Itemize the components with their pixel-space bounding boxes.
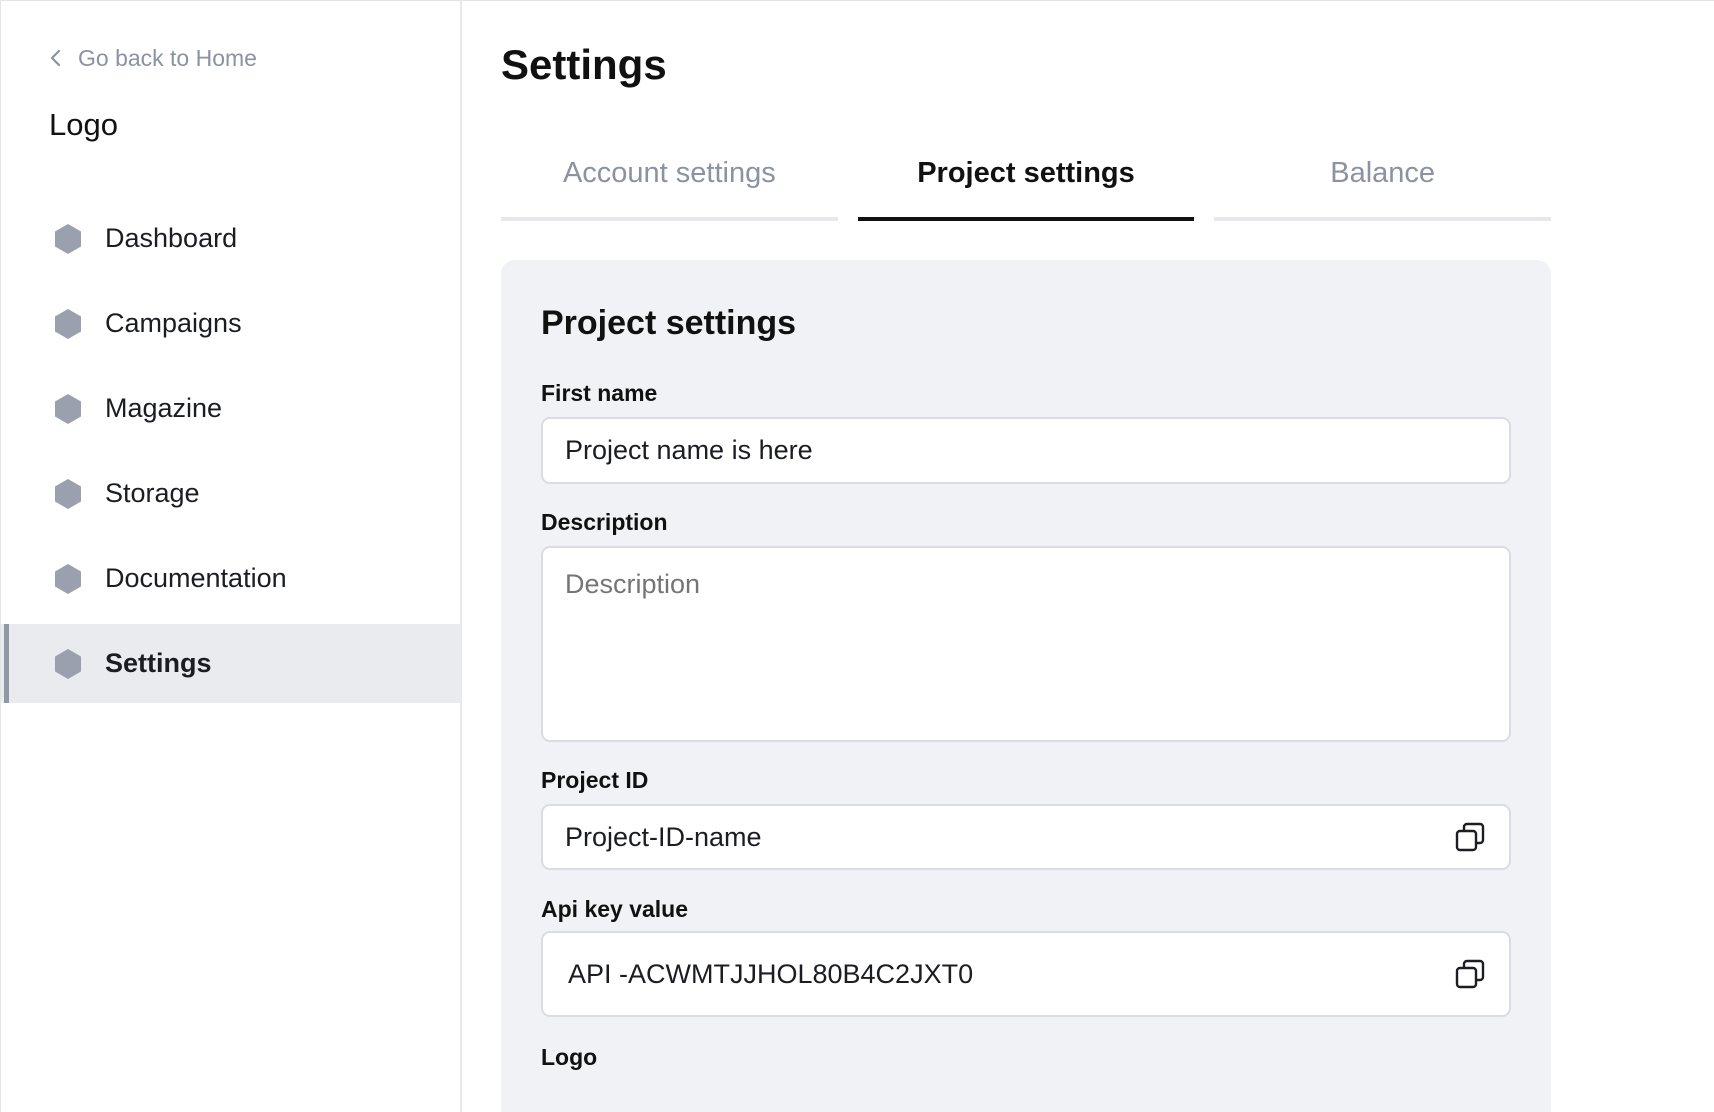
description-label: Description bbox=[541, 509, 668, 535]
hexagon-icon bbox=[55, 393, 81, 424]
back-to-home-label: Go back to Home bbox=[78, 44, 257, 71]
page-title: Settings bbox=[501, 41, 667, 88]
settings-tabs: Account settings Project settings Balanc… bbox=[501, 141, 1552, 221]
hexagon-icon bbox=[55, 648, 81, 679]
tab-balance[interactable]: Balance bbox=[1214, 141, 1552, 221]
project-id-input[interactable] bbox=[565, 821, 1453, 853]
app-window: Go back to Home Logo Dashboard Campaigns… bbox=[0, 0, 1714, 1112]
hexagon-icon bbox=[55, 563, 81, 594]
copy-api-key-button[interactable] bbox=[1453, 957, 1487, 991]
sidebar-item-label: Settings bbox=[105, 648, 212, 678]
first-name-input[interactable] bbox=[541, 417, 1511, 484]
back-to-home-link[interactable]: Go back to Home bbox=[48, 43, 257, 73]
copy-project-id-button[interactable] bbox=[1453, 820, 1487, 854]
card-title: Project settings bbox=[541, 304, 797, 342]
sidebar-nav: Dashboard Campaigns Magazine Storage Doc… bbox=[1, 199, 461, 709]
copy-icon bbox=[1455, 822, 1485, 852]
api-key-label: Api key value bbox=[541, 896, 689, 922]
sidebar-item-dashboard[interactable]: Dashboard bbox=[1, 199, 461, 278]
hexagon-icon bbox=[55, 478, 81, 509]
api-key-field bbox=[541, 931, 1511, 1017]
sidebar-item-label: Documentation bbox=[105, 563, 287, 593]
sidebar-item-storage[interactable]: Storage bbox=[1, 454, 461, 533]
hexagon-icon bbox=[55, 223, 81, 254]
sidebar-item-magazine[interactable]: Magazine bbox=[1, 369, 461, 448]
logo: Logo bbox=[49, 107, 118, 142]
main-content: Settings Account settings Project settin… bbox=[464, 1, 1714, 1112]
description-textarea[interactable] bbox=[541, 546, 1511, 742]
api-key-input[interactable] bbox=[568, 958, 1453, 990]
sidebar-item-label: Dashboard bbox=[105, 223, 238, 253]
sidebar-item-campaigns[interactable]: Campaigns bbox=[1, 284, 461, 363]
logo-label: Logo bbox=[541, 1044, 598, 1070]
hexagon-icon bbox=[55, 308, 81, 339]
copy-icon bbox=[1455, 959, 1485, 989]
sidebar-item-settings[interactable]: Settings bbox=[1, 624, 461, 703]
sidebar-item-label: Storage bbox=[105, 478, 200, 508]
first-name-label: First name bbox=[541, 380, 658, 406]
tab-project-settings[interactable]: Project settings bbox=[857, 141, 1195, 221]
sidebar-item-documentation[interactable]: Documentation bbox=[1, 539, 461, 618]
sidebar: Go back to Home Logo Dashboard Campaigns… bbox=[0, 1, 462, 1112]
project-settings-card: Project settings First name Description … bbox=[501, 260, 1551, 1112]
tab-account-settings[interactable]: Account settings bbox=[501, 141, 838, 221]
chevron-left-icon bbox=[50, 49, 61, 67]
project-id-field bbox=[541, 804, 1511, 870]
sidebar-item-label: Campaigns bbox=[105, 308, 242, 338]
project-id-label: Project ID bbox=[541, 767, 649, 793]
sidebar-item-label: Magazine bbox=[105, 393, 223, 423]
